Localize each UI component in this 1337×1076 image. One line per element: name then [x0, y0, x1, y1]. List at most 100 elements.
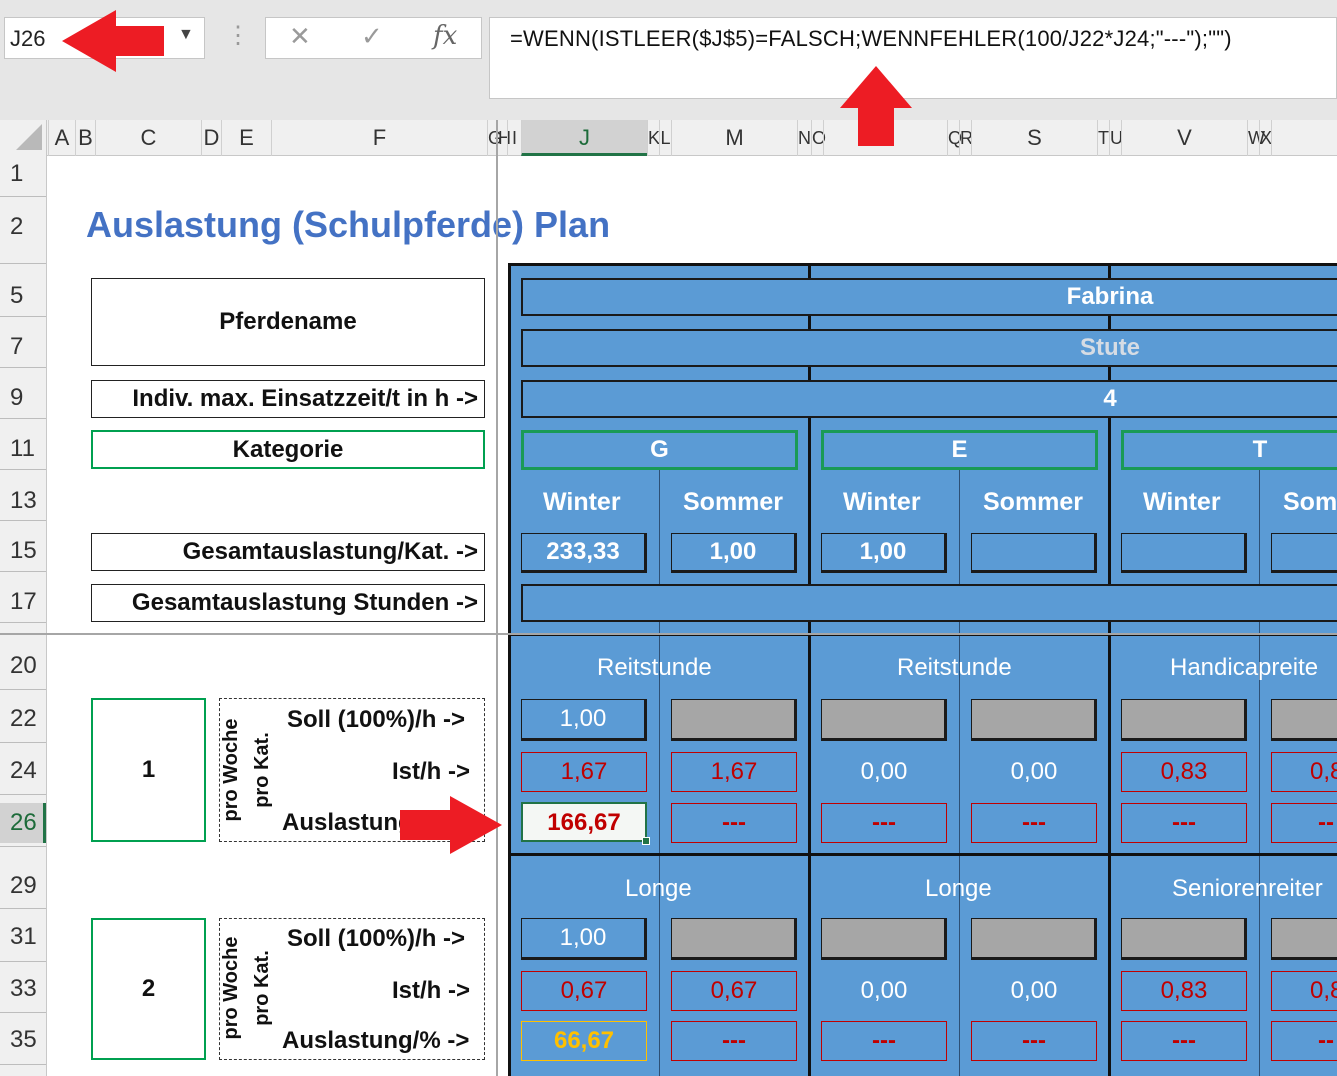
- soll-cell[interactable]: [821, 699, 947, 741]
- auslastung-cell[interactable]: 66,67: [521, 1021, 647, 1061]
- total-cell[interactable]: [1121, 533, 1247, 573]
- max-time-label[interactable]: Indiv. max. Einsatzzeit/t in h ->: [91, 380, 485, 418]
- ist-cell[interactable]: 1,67: [671, 752, 797, 792]
- cancel-icon[interactable]: ✕: [289, 23, 311, 49]
- total-cell[interactable]: [971, 533, 1097, 573]
- row-header-24[interactable]: 24: [0, 757, 46, 785]
- ist-cell[interactable]: 0,8: [1271, 752, 1337, 792]
- column-header-M[interactable]: M: [671, 120, 797, 156]
- row-header-2[interactable]: 2: [0, 213, 46, 241]
- ist-cell[interactable]: 0,83: [1121, 752, 1247, 792]
- auslastung-cell-selected[interactable]: 166,67: [521, 802, 647, 842]
- ist-cell[interactable]: 0,00: [821, 971, 947, 1011]
- soll-cell[interactable]: [1271, 918, 1337, 960]
- column-header-L[interactable]: L: [659, 120, 671, 156]
- auslastung-cell[interactable]: ---: [1121, 803, 1247, 843]
- soll-cell[interactable]: 1,00: [521, 918, 647, 960]
- row-header-20[interactable]: 20: [0, 652, 46, 680]
- soll-cell[interactable]: [671, 918, 797, 960]
- confirm-icon[interactable]: ✓: [361, 23, 383, 49]
- soll-cell[interactable]: [671, 699, 797, 741]
- row-header-22[interactable]: 22: [0, 705, 46, 733]
- ist-cell[interactable]: 0,83: [1121, 971, 1247, 1011]
- group-number-box[interactable]: 2: [91, 918, 206, 1060]
- total-category-label[interactable]: Gesamtauslastung/Kat. ->: [91, 533, 485, 571]
- auslastung-cell[interactable]: ---: [821, 1021, 947, 1061]
- column-header-B[interactable]: B: [75, 120, 95, 156]
- row-header-13[interactable]: 13: [0, 487, 46, 515]
- column-header-Q[interactable]: Q: [947, 120, 962, 156]
- column-header-U[interactable]: U: [1109, 120, 1123, 156]
- row-header-26[interactable]: 26: [0, 803, 46, 843]
- total-cell[interactable]: [1271, 533, 1337, 573]
- fill-handle[interactable]: [642, 837, 650, 845]
- ist-cell[interactable]: 0,8: [1271, 971, 1337, 1011]
- soll-cell[interactable]: [971, 699, 1097, 741]
- auslastung-cell[interactable]: ---: [971, 803, 1097, 843]
- insert-function-icon[interactable]: fx: [433, 23, 457, 49]
- total-cell[interactable]: 1,00: [671, 533, 797, 573]
- row-header-17[interactable]: 17: [0, 588, 46, 616]
- soll-cell[interactable]: [1121, 918, 1247, 960]
- horse-name-cell[interactable]: Fabrina: [521, 278, 1337, 316]
- column-header-N[interactable]: N: [797, 120, 811, 156]
- column-header-S[interactable]: S: [971, 120, 1097, 156]
- auslastung-cell[interactable]: ---: [971, 1021, 1097, 1061]
- column-header-J[interactable]: J: [521, 120, 647, 156]
- column-header-H[interactable]: H: [497, 120, 511, 156]
- category-cell-G[interactable]: G: [521, 430, 798, 470]
- column-header-Y[interactable]: Y: [1271, 120, 1337, 156]
- ist-cell[interactable]: 0,00: [971, 752, 1097, 792]
- column-header-E[interactable]: E: [221, 120, 271, 156]
- column-header-F[interactable]: F: [271, 120, 487, 156]
- column-header-W[interactable]: W: [1247, 120, 1265, 156]
- row-header-35[interactable]: 35: [0, 1026, 46, 1054]
- row-header-29[interactable]: 29: [0, 872, 46, 900]
- row-header-1[interactable]: 1: [0, 160, 46, 188]
- row-header-9[interactable]: 9: [0, 384, 46, 412]
- column-header-O[interactable]: O: [811, 120, 826, 156]
- chevron-down-icon[interactable]: ▼: [178, 26, 194, 44]
- auslastung-cell[interactable]: ---: [671, 803, 797, 843]
- ist-cell[interactable]: 1,67: [521, 752, 647, 792]
- auslastung-cell[interactable]: ---: [1121, 1021, 1247, 1061]
- row-header-31[interactable]: 31: [0, 923, 46, 951]
- ist-cell[interactable]: 0,67: [521, 971, 647, 1011]
- auslastung-cell[interactable]: --: [1271, 1021, 1337, 1061]
- total-hours-label[interactable]: Gesamtauslastung Stunden ->: [91, 584, 485, 622]
- horse-type-cell[interactable]: Stute: [521, 329, 1337, 367]
- soll-cell[interactable]: [971, 918, 1097, 960]
- auslastung-cell[interactable]: ---: [671, 1021, 797, 1061]
- soll-cell[interactable]: [1121, 699, 1247, 741]
- auslastung-cell[interactable]: --: [1271, 803, 1337, 843]
- category-cell-T[interactable]: T: [1121, 430, 1337, 470]
- row-header-5[interactable]: 5: [0, 282, 46, 310]
- column-header-K[interactable]: K: [647, 120, 660, 156]
- category-label[interactable]: Kategorie: [91, 430, 485, 469]
- soll-cell[interactable]: [1271, 699, 1337, 741]
- column-header-T[interactable]: T: [1097, 120, 1109, 156]
- soll-cell[interactable]: [821, 918, 947, 960]
- column-header-R[interactable]: R: [959, 120, 973, 156]
- column-header-C[interactable]: C: [95, 120, 201, 156]
- row-header-15[interactable]: 15: [0, 537, 46, 565]
- row-header-7[interactable]: 7: [0, 333, 46, 361]
- soll-cell[interactable]: 1,00: [521, 699, 647, 741]
- max-time-cell[interactable]: 4: [521, 380, 1337, 418]
- column-header-X[interactable]: X: [1259, 120, 1272, 156]
- ist-cell[interactable]: 0,00: [971, 971, 1097, 1011]
- ist-cell[interactable]: 0,67: [671, 971, 797, 1011]
- drag-handle-icon[interactable]: ⋮: [226, 24, 250, 48]
- auslastung-cell[interactable]: ---: [821, 803, 947, 843]
- total-cell[interactable]: 233,33: [521, 533, 647, 573]
- column-header-D[interactable]: D: [201, 120, 221, 156]
- row-header-33[interactable]: 33: [0, 975, 46, 1003]
- horse-name-label[interactable]: Pferdename: [91, 278, 485, 366]
- ist-cell[interactable]: 0,00: [821, 752, 947, 792]
- row-header-11[interactable]: 11: [0, 435, 46, 463]
- group-number-box[interactable]: 1: [91, 698, 206, 842]
- column-header-V[interactable]: V: [1121, 120, 1247, 156]
- column-header-A[interactable]: A: [48, 120, 75, 156]
- column-header-I[interactable]: I: [507, 120, 521, 156]
- total-hours-cell[interactable]: [521, 584, 1337, 622]
